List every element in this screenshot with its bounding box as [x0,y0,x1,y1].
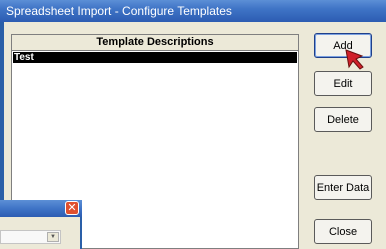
list-header-template-descriptions[interactable]: Template Descriptions [12,35,298,51]
list-item[interactable]: Test [13,52,297,63]
delete-button-label: Delete [327,113,359,126]
delete-button[interactable]: Delete [314,107,372,132]
red-arrow-cursor-icon [345,49,364,70]
edit-button[interactable]: Edit [314,71,372,96]
close-button-label: Close [328,225,358,238]
window-title: Spreadsheet Import - Configure Templates [0,0,386,22]
chevron-down-icon[interactable]: ▼ [47,232,59,242]
enter-data-button-label: Enter Data [316,181,370,194]
dropdown-field[interactable]: ▼ [0,230,61,244]
close-icon[interactable]: ✕ [65,201,79,215]
enter-data-button[interactable]: Enter Data [314,175,372,200]
edit-button-label: Edit [333,77,353,90]
close-button[interactable]: Close [314,219,372,244]
secondary-window-fragment: ✕ ▼ [0,200,82,249]
